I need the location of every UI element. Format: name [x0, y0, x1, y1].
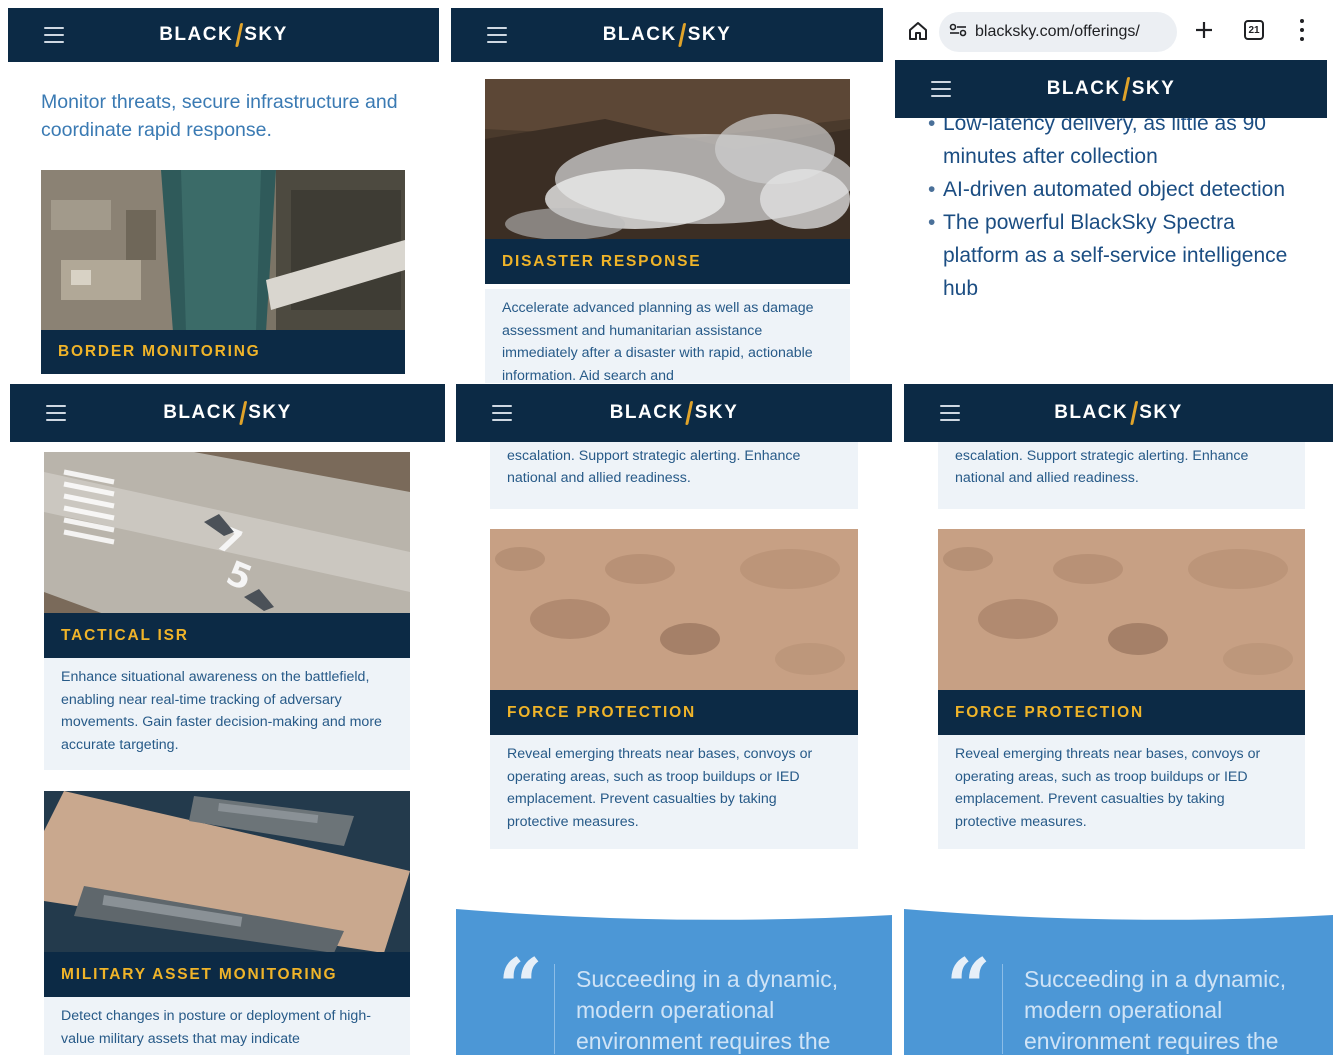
quote-block: “ Succeeding in a dynamic, modern operat…: [904, 909, 1333, 1055]
site-header: BLACK SKY: [451, 8, 883, 62]
hamburger-menu-icon[interactable]: [44, 27, 64, 43]
quote-text: Succeeding in a dynamic, modern operatio…: [576, 966, 839, 1054]
blacksky-logo[interactable]: BLACK SKY: [1047, 77, 1176, 101]
military-asset-monitoring-image: [44, 791, 410, 953]
force-protection-description: Reveal emerging threats near bases, conv…: [938, 735, 1305, 849]
more-options-icon[interactable]: [1298, 19, 1306, 41]
blacksky-logo[interactable]: BLACK SKY: [1054, 401, 1183, 425]
hamburger-menu-icon[interactable]: [492, 405, 512, 421]
hamburger-menu-icon[interactable]: [46, 405, 66, 421]
disaster-response-label[interactable]: DISASTER RESPONSE: [485, 239, 850, 284]
force-protection-label[interactable]: FORCE PROTECTION: [938, 690, 1305, 735]
blacksky-logo[interactable]: BLACK SKY: [163, 401, 292, 425]
tactical-isr-image: 7 5: [44, 452, 410, 614]
force-protection-image: [938, 529, 1305, 691]
blacksky-logo[interactable]: BLACK SKY: [603, 23, 732, 47]
military-asset-monitoring-description: Detect changes in posture or deployment …: [44, 997, 410, 1055]
browser-toolbar: blacksky.com/offerings/ 21: [895, 5, 1327, 63]
site-header: BLACK SKY: [904, 384, 1333, 442]
home-icon[interactable]: [907, 20, 929, 42]
quote-text: Succeeding in a dynamic, modern operatio…: [1024, 966, 1287, 1054]
quote-block: “ Succeeding in a dynamic, modern operat…: [456, 909, 892, 1055]
panel-tactical-isr: BLACK SKY 7 5 TACTICAL ISR Enhance situat…: [10, 384, 445, 1055]
force-protection-description: Reveal emerging threats near bases, conv…: [490, 735, 858, 849]
panel-force-protection-duplicate: value military assets that may indicate …: [904, 384, 1333, 1055]
tab-switcher-icon[interactable]: 21: [1244, 20, 1264, 40]
site-header: BLACK SKY: [456, 384, 892, 442]
intro-text: Monitor threats, secure infrastructure a…: [41, 91, 398, 141]
list-item: AI-driven automated object detection: [928, 173, 1307, 206]
panel-browser-features: blacksky.com/offerings/ 21 Low-latency d…: [895, 5, 1327, 383]
quote-divider: [1002, 964, 1003, 1054]
address-bar[interactable]: blacksky.com/offerings/: [939, 12, 1177, 52]
tactical-isr-description: Enhance situational awareness on the bat…: [44, 658, 410, 770]
site-info-icon[interactable]: [949, 23, 969, 42]
border-monitoring-label[interactable]: BORDER MONITORING: [41, 330, 405, 374]
disaster-response-description: Accelerate advanced planning as well as …: [485, 289, 850, 383]
site-header: BLACK SKY: [8, 8, 439, 62]
blacksky-logo[interactable]: BLACK SKY: [159, 23, 288, 47]
panel-border-monitoring: BLACK SKY Monitor threats, secure infrast…: [8, 8, 439, 383]
quote-divider: [554, 964, 555, 1054]
military-asset-monitoring-label[interactable]: MILITARY ASSET MONITORING: [44, 952, 410, 997]
panel-disaster-response: BLACK SKY DISASTER RESPONSE Accelerate ad…: [451, 8, 883, 383]
panel-force-protection: value military assets that may indicate …: [456, 384, 892, 1055]
hamburger-menu-icon[interactable]: [931, 81, 951, 97]
url-text: blacksky.com/offerings/: [975, 23, 1140, 40]
tactical-isr-label[interactable]: TACTICAL ISR: [44, 613, 410, 658]
force-protection-image: [490, 529, 858, 691]
quote-mark-icon: “: [946, 942, 991, 1033]
site-header: BLACK SKY: [895, 60, 1327, 118]
list-item: The powerful BlackSky Spectra platform a…: [928, 206, 1307, 305]
hamburger-menu-icon[interactable]: [940, 405, 960, 421]
disaster-response-image: [485, 79, 850, 240]
new-tab-icon[interactable]: [1192, 18, 1216, 42]
quote-mark-icon: “: [498, 942, 543, 1033]
force-protection-label[interactable]: FORCE PROTECTION: [490, 690, 858, 735]
feature-bullet-list: Low-latency delivery, as little as 90 mi…: [928, 107, 1307, 305]
border-monitoring-image: [41, 170, 405, 332]
hamburger-menu-icon[interactable]: [487, 27, 507, 43]
blacksky-logo[interactable]: BLACK SKY: [610, 401, 739, 425]
site-header: BLACK SKY: [10, 384, 445, 442]
